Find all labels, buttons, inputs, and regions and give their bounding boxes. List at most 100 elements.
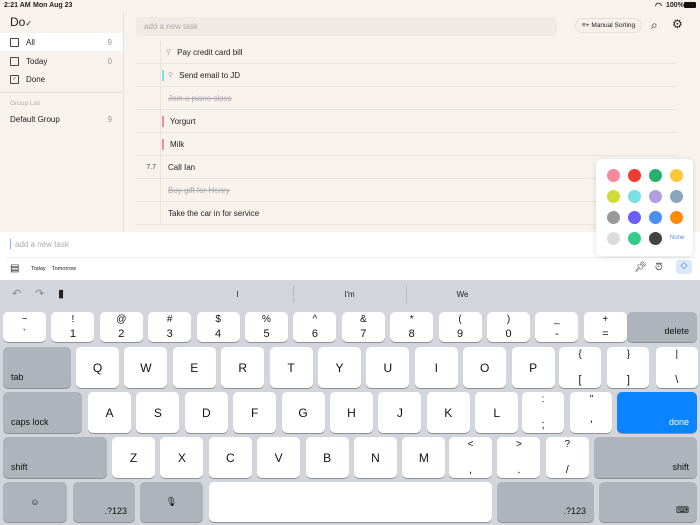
task-row[interactable]: Join a piano class: [136, 87, 676, 110]
shift-left-key[interactable]: shift: [3, 437, 107, 478]
color-swatch[interactable]: [628, 211, 641, 224]
numbers-key-right[interactable]: .?123: [497, 482, 594, 522]
key-sym[interactable]: {[: [559, 347, 601, 388]
key-3[interactable]: #3: [148, 312, 192, 342]
key-z[interactable]: Z: [112, 437, 155, 478]
color-swatch[interactable]: [607, 211, 620, 224]
numbers-key-left[interactable]: .?123: [73, 482, 135, 522]
key-0[interactable]: ~ `: [3, 312, 46, 342]
tag-icon[interactable]: ◇: [676, 260, 692, 274]
key-i[interactable]: I: [414, 347, 458, 388]
key-m[interactable]: M: [402, 437, 446, 478]
key-v[interactable]: V: [257, 437, 301, 478]
color-swatch[interactable]: [670, 190, 683, 203]
redo-icon[interactable]: ↷: [35, 287, 44, 300]
color-swatch[interactable]: [670, 211, 683, 224]
key-11[interactable]: _ -: [535, 312, 579, 342]
shift-right-key[interactable]: shift: [594, 437, 697, 478]
task-row[interactable]: 7.7 Call Ian: [136, 156, 676, 179]
key-sym[interactable]: <,: [449, 437, 492, 478]
sidebar-item-done[interactable]: ✓ Done: [0, 70, 123, 88]
hide-keyboard-key[interactable]: ⌨: [599, 482, 697, 522]
today-button[interactable]: Today: [31, 266, 46, 272]
suggestion-1[interactable]: I: [180, 290, 295, 299]
tab-key[interactable]: tab: [3, 347, 71, 388]
sidebar-item-today[interactable]: Today 0: [0, 52, 123, 70]
key-y[interactable]: Y: [318, 347, 361, 388]
key-h[interactable]: H: [330, 392, 373, 433]
color-swatch[interactable]: [607, 169, 620, 182]
key-r[interactable]: R: [221, 347, 265, 388]
task-row[interactable]: Buy gift for Henry: [136, 179, 676, 202]
key-g[interactable]: G: [281, 392, 325, 433]
key-p[interactable]: P: [511, 347, 555, 388]
key-sym[interactable]: ? /: [545, 437, 589, 478]
key-5[interactable]: % 5: [245, 312, 288, 342]
key-c[interactable]: C: [208, 437, 252, 478]
space-key[interactable]: [209, 482, 492, 522]
color-swatch[interactable]: [649, 190, 662, 203]
key-sym[interactable]: >.: [497, 437, 541, 478]
key-6[interactable]: ^ 6: [293, 312, 337, 342]
color-swatch[interactable]: [649, 169, 662, 182]
sidebar-item-default-group[interactable]: Default Group 9: [0, 110, 123, 128]
color-swatch[interactable]: [607, 232, 620, 245]
alarm-icon[interactable]: ⏰︎: [655, 262, 663, 273]
key-a[interactable]: A: [88, 392, 131, 433]
key-2[interactable]: @2: [99, 312, 143, 342]
key-d[interactable]: D: [184, 392, 228, 433]
suggestion-3[interactable]: We: [406, 290, 519, 299]
key-9[interactable]: (9: [438, 312, 482, 342]
paste-icon[interactable]: ▮: [58, 287, 64, 300]
dictation-key[interactable]: 🎙︎: [140, 482, 203, 522]
compose-input[interactable]: add a new task: [15, 240, 69, 249]
key-12[interactable]: + =: [583, 312, 627, 342]
key-k[interactable]: K: [426, 392, 470, 433]
key-1[interactable]: ! 1: [51, 312, 95, 342]
color-swatch[interactable]: [628, 190, 641, 203]
manual-sorting-button[interactable]: ≡+ Manual Sorting: [575, 18, 643, 33]
sidebar-item-all[interactable]: All 9: [0, 33, 123, 51]
color-swatch[interactable]: [670, 169, 683, 182]
key-e[interactable]: E: [172, 347, 216, 388]
key-n[interactable]: N: [354, 437, 397, 478]
color-swatch[interactable]: [649, 211, 662, 224]
delete-key[interactable]: delete: [627, 312, 697, 342]
key-8[interactable]: * 8: [390, 312, 434, 342]
color-swatch[interactable]: [649, 232, 662, 245]
key-sym[interactable]: }]: [607, 347, 650, 388]
task-row[interactable]: ⚲ Pay credit card bill: [136, 41, 676, 64]
key-u[interactable]: U: [366, 347, 410, 388]
key-o[interactable]: O: [463, 347, 507, 388]
key-10[interactable]: ) 0: [487, 312, 530, 342]
emoji-key[interactable]: ☺: [3, 482, 67, 522]
calendar-icon[interactable]: ▤: [10, 263, 19, 274]
gear-icon[interactable]: ⚙: [672, 17, 683, 31]
key-j[interactable]: J: [378, 392, 422, 433]
task-row[interactable]: Take the car in for service: [136, 202, 676, 225]
key-sym[interactable]: | \: [655, 347, 698, 388]
color-swatch[interactable]: [607, 190, 620, 203]
key-4[interactable]: $4: [196, 312, 240, 342]
key-q[interactable]: Q: [76, 347, 119, 388]
task-row[interactable]: Yorgurt: [136, 110, 676, 133]
done-key[interactable]: done: [617, 392, 697, 433]
key-s[interactable]: S: [136, 392, 180, 433]
key-x[interactable]: X: [160, 437, 204, 478]
color-swatch[interactable]: [628, 169, 641, 182]
key-b[interactable]: B: [305, 437, 349, 478]
key-sym[interactable]: " ': [570, 392, 613, 433]
key-l[interactable]: L: [475, 392, 519, 433]
key-w[interactable]: W: [124, 347, 168, 388]
search-icon[interactable]: ⌕: [651, 18, 658, 33]
task-row[interactable]: Milk: [136, 133, 676, 156]
suggestion-2[interactable]: I'm: [293, 290, 406, 299]
caps-lock-key[interactable]: caps lock: [3, 392, 82, 433]
pin-icon[interactable]: 📌︎: [634, 262, 647, 273]
key-sym[interactable]: :;: [522, 392, 564, 433]
key-t[interactable]: T: [269, 347, 313, 388]
undo-icon[interactable]: ↶: [12, 287, 21, 300]
color-swatch[interactable]: [628, 232, 641, 245]
key-f[interactable]: F: [233, 392, 277, 433]
tomorrow-button[interactable]: Tomorrow: [52, 266, 76, 272]
